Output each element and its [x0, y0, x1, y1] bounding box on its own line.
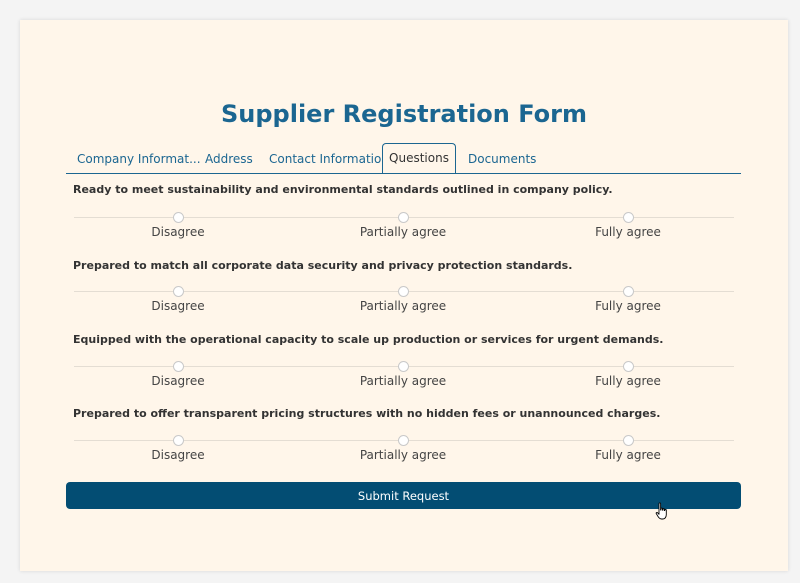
question-2-option-partially-agree[interactable]: Partially agree: [323, 284, 483, 313]
option-label: Disagree: [151, 225, 205, 239]
tab-company-information[interactable]: Company Informat...: [77, 146, 201, 172]
question-3-option-partially-agree[interactable]: Partially agree: [323, 359, 483, 388]
tab-contact-information[interactable]: Contact Information: [269, 146, 389, 172]
question-1-scale: Disagree Partially agree Fully agree: [74, 210, 734, 240]
radio-button[interactable]: [622, 286, 634, 297]
question-2-text: Prepared to match all corporate data sec…: [73, 259, 573, 272]
radio-button[interactable]: [397, 286, 409, 297]
radio-button[interactable]: [397, 212, 409, 223]
radio-button[interactable]: [397, 361, 409, 372]
tab-questions[interactable]: Questions: [382, 143, 456, 173]
question-4-option-partially-agree[interactable]: Partially agree: [323, 433, 483, 462]
question-4-text: Prepared to offer transparent pricing st…: [73, 407, 661, 420]
question-2-option-fully-agree[interactable]: Fully agree: [548, 284, 708, 313]
hand-pointer-icon: [655, 502, 667, 520]
option-label: Partially agree: [359, 374, 447, 388]
radio-button[interactable]: [172, 286, 184, 297]
tab-documents[interactable]: Documents: [468, 146, 536, 172]
submit-request-button[interactable]: Submit Request: [66, 482, 741, 509]
page-title: Supplier Registration Form: [221, 100, 587, 128]
question-3-text: Equipped with the operational capacity t…: [73, 333, 664, 346]
question-4-option-fully-agree[interactable]: Fully agree: [548, 433, 708, 462]
option-label: Fully agree: [595, 299, 661, 313]
tab-address[interactable]: Address: [205, 146, 253, 172]
radio-button[interactable]: [172, 435, 184, 446]
radio-button[interactable]: [172, 212, 184, 223]
option-label: Fully agree: [595, 374, 661, 388]
question-4-option-disagree[interactable]: Disagree: [98, 433, 258, 462]
radio-button[interactable]: [172, 361, 184, 372]
question-3-option-fully-agree[interactable]: Fully agree: [548, 359, 708, 388]
radio-button[interactable]: [622, 212, 634, 223]
radio-button[interactable]: [397, 435, 409, 446]
form-card: Supplier Registration Form Company Infor…: [20, 20, 788, 571]
option-label: Partially agree: [359, 299, 447, 313]
option-label: Fully agree: [595, 448, 661, 462]
option-label: Disagree: [151, 448, 205, 462]
question-1-option-partially-agree[interactable]: Partially agree: [323, 210, 483, 239]
radio-button[interactable]: [622, 435, 634, 446]
question-1-option-disagree[interactable]: Disagree: [98, 210, 258, 239]
option-label: Partially agree: [359, 448, 447, 462]
option-label: Disagree: [151, 374, 205, 388]
option-label: Partially agree: [359, 225, 447, 239]
question-2-option-disagree[interactable]: Disagree: [98, 284, 258, 313]
question-3-scale: Disagree Partially agree Fully agree: [74, 359, 734, 389]
question-2-scale: Disagree Partially agree Fully agree: [74, 284, 734, 314]
question-1-option-fully-agree[interactable]: Fully agree: [548, 210, 708, 239]
question-3-option-disagree[interactable]: Disagree: [98, 359, 258, 388]
option-label: Fully agree: [595, 225, 661, 239]
tab-bar: Company Informat... Address Contact Info…: [66, 143, 741, 174]
question-1-text: Ready to meet sustainability and environ…: [73, 183, 613, 196]
question-4-scale: Disagree Partially agree Fully agree: [74, 433, 734, 463]
radio-button[interactable]: [622, 361, 634, 372]
option-label: Disagree: [151, 299, 205, 313]
